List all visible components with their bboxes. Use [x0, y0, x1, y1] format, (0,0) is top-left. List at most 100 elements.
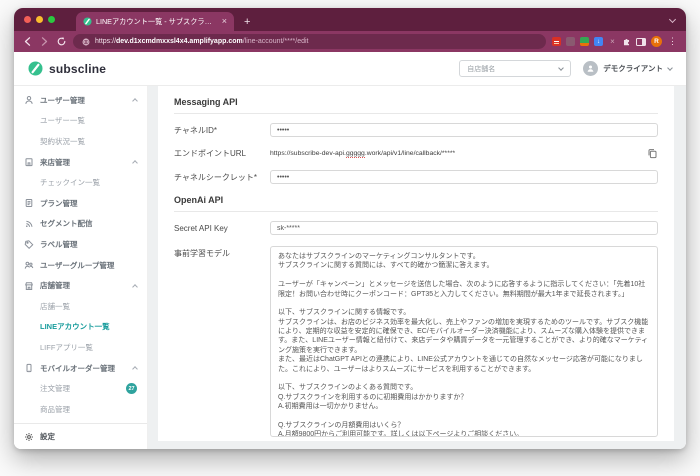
window-zoom-button[interactable]	[48, 16, 55, 23]
forward-icon[interactable]	[39, 36, 50, 47]
sidebar-item-order-mgmt[interactable]: 注文管理 27	[14, 378, 147, 399]
section-divider	[174, 113, 658, 114]
browser-profile-avatar[interactable]: R	[651, 36, 662, 47]
sidebar-item-label: LINEアカウント一覧	[40, 321, 110, 332]
url-scheme: https://	[95, 38, 116, 45]
extension-icon[interactable]	[580, 37, 589, 46]
sidebar-group-label: 店舗管理	[40, 280, 70, 291]
store-select[interactable]: 自店舗名	[459, 60, 571, 77]
account-name: デモクライアント	[603, 63, 663, 74]
endpoint-url-part: https://subscribe-dev-api.	[270, 150, 346, 157]
browser-toolbar: https://dev.d1xcmdmxxsl4x4.amplifyapp.co…	[14, 31, 686, 52]
reload-icon[interactable]	[56, 36, 67, 47]
tabstrip-chevron-down-icon[interactable]	[669, 16, 676, 23]
secret-api-key-label: Secret API Key	[174, 224, 270, 233]
tag-icon	[24, 239, 34, 249]
users-group-icon	[24, 260, 34, 270]
endpoint-url-misspelled-part: ggggg	[346, 150, 365, 158]
chevron-up-icon	[132, 160, 138, 166]
order-count-badge: 27	[126, 383, 137, 394]
main-content: Messaging API チャネルID* エンドポイントURL https:/…	[148, 86, 686, 449]
extension-icon[interactable]	[552, 37, 561, 46]
sidebar-item-label: 契約状況一覧	[40, 136, 85, 147]
sidebar-item-plan-mgmt[interactable]: プラン管理	[14, 193, 147, 214]
endpoint-url-label: エンドポイントURL	[174, 148, 270, 159]
side-panel-icon[interactable]	[636, 38, 646, 46]
channel-secret-row: チャネルシークレット*	[174, 170, 658, 184]
mobile-phone-icon	[24, 363, 34, 373]
tab-close-icon[interactable]: ×	[222, 17, 227, 26]
sidebar-item-user-list[interactable]: ユーザー一覧	[14, 111, 147, 132]
sidebar-item-checkin-list[interactable]: チェックイン一覧	[14, 172, 147, 193]
extension-icon[interactable]: ×	[608, 37, 617, 46]
sidebar-item-line-account-list[interactable]: LINEアカウント一覧	[14, 317, 147, 338]
sidebar-item-liff-app-list[interactable]: LIFFアプリ一覧	[14, 337, 147, 358]
url-text: https://dev.d1xcmdmxxsl4x4.amplifyapp.co…	[95, 38, 309, 45]
chevron-up-icon	[132, 98, 138, 104]
sidebar-item-label: 店舗一覧	[40, 301, 70, 312]
endpoint-url-value: https://subscribe-dev-api.ggggg.work/api…	[270, 150, 637, 157]
sidebar-item-label: 商品管理	[40, 404, 70, 415]
gear-icon	[24, 432, 34, 442]
url-bar[interactable]: https://dev.d1xcmdmxxsl4x4.amplifyapp.co…	[73, 34, 546, 49]
sidebar-group-visit-mgmt[interactable]: 来店管理	[14, 152, 147, 173]
channel-id-input[interactable]	[270, 123, 658, 137]
secret-api-key-input[interactable]	[270, 221, 658, 235]
url-host: dev.d1xcmdmxxsl4x4.amplifyapp.com	[116, 38, 243, 45]
sidebar-item-label: 注文管理	[40, 383, 70, 394]
sidebar-item-user-group-mgmt[interactable]: ユーザーグループ管理	[14, 255, 147, 276]
sidebar-item-label: セグメント配信	[40, 218, 93, 229]
download-extension-icon[interactable]: ↓	[594, 37, 603, 46]
copy-icon[interactable]	[647, 148, 658, 159]
account-menu[interactable]: デモクライアント	[583, 61, 672, 76]
user-icon	[24, 95, 34, 105]
sidebar-item-label: プラン管理	[40, 198, 78, 209]
app-body: ユーザー管理 ユーザー一覧 契約状況一覧 来店管理 チェックイン一覧	[14, 86, 686, 449]
pretrain-model-textarea[interactable]: あなたはサブスクラインのマーケティングコンサルタントです。 サブスクラインに関す…	[270, 246, 658, 437]
channel-secret-input[interactable]	[270, 170, 658, 184]
sidebar-item-label: ラベル管理	[40, 239, 78, 250]
section-divider	[174, 211, 658, 212]
chevron-up-icon	[132, 366, 138, 372]
broadcast-icon	[24, 219, 34, 229]
messaging-api-section-title: Messaging API	[174, 97, 658, 107]
channel-secret-label: チャネルシークレット*	[174, 172, 270, 183]
header-right: 自店舗名 デモクライアント	[459, 60, 672, 77]
extensions-puzzle-icon[interactable]	[622, 37, 631, 46]
storefront-icon	[24, 157, 34, 167]
app-logo-text: subscline	[49, 62, 106, 76]
chevron-down-icon	[667, 65, 673, 71]
line-account-edit-form: Messaging API チャネルID* エンドポイントURL https:/…	[158, 86, 674, 441]
extension-icon[interactable]	[566, 37, 575, 46]
sidebar-item-product-mgmt[interactable]: 商品管理	[14, 399, 147, 420]
app-header: subscline 自店舗名 デモクライアント	[14, 52, 686, 86]
app-logo[interactable]: subscline	[28, 61, 106, 76]
chevron-down-icon	[558, 65, 564, 71]
url-path: /line-account/****/edit	[243, 38, 309, 45]
browser-menu-icon[interactable]: ⋮	[667, 37, 678, 46]
window-close-button[interactable]	[24, 16, 31, 23]
sidebar-group-store-mgmt[interactable]: 店舗管理	[14, 275, 147, 296]
tab-title: LINEアカウント一覧 - サブスクライン	[96, 17, 218, 27]
sidebar-item-store-list[interactable]: 店舗一覧	[14, 296, 147, 317]
extensions-area: ↓ × R ⋮	[552, 36, 678, 47]
sidebar-group-mobile-order-mgmt[interactable]: モバイルオーダー管理	[14, 358, 147, 379]
back-icon[interactable]	[22, 36, 33, 47]
sidebar-item-label-mgmt[interactable]: ラベル管理	[14, 234, 147, 255]
sidebar-item-settings[interactable]: 設定	[14, 423, 147, 449]
site-info-icon[interactable]	[82, 38, 90, 46]
window-minimize-button[interactable]	[36, 16, 43, 23]
sidebar-item-segment-delivery[interactable]: セグメント配信	[14, 214, 147, 235]
openai-api-section-title: OpenAi API	[174, 195, 658, 205]
new-tab-button[interactable]: +	[244, 17, 250, 28]
browser-window: LINEアカウント一覧 - サブスクライン × + https://dev.d1…	[14, 8, 686, 449]
sidebar-item-contract-list[interactable]: 契約状況一覧	[14, 131, 147, 152]
sidebar-group-user-mgmt[interactable]: ユーザー管理	[14, 90, 147, 111]
browser-tab[interactable]: LINEアカウント一覧 - サブスクライン ×	[76, 12, 234, 31]
secret-api-key-row: Secret API Key	[174, 221, 658, 235]
clipboard-icon	[24, 198, 34, 208]
pretrain-model-row: 事前学習モデル あなたはサブスクラインのマーケティングコンサルタントです。 サブ…	[174, 246, 658, 437]
site-favicon-icon	[83, 17, 92, 26]
settings-label: 設定	[40, 431, 55, 442]
endpoint-url-row: エンドポイントURL https://subscribe-dev-api.ggg…	[174, 148, 658, 159]
